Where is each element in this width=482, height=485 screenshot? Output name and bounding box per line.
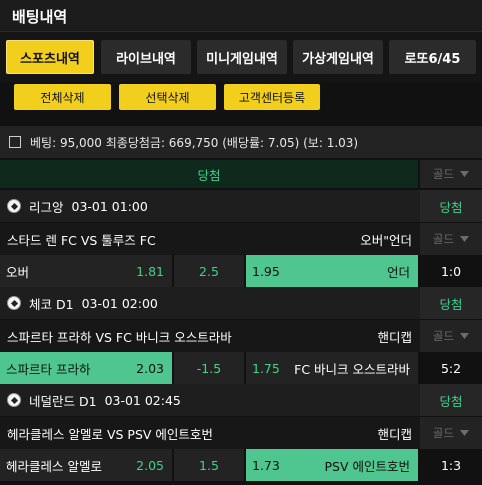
league-name: 체코 D1 — [29, 296, 74, 312]
away-odds-cell[interactable]: 1.75 FC 바니크 오스트라바 — [246, 352, 418, 384]
home-odds: 2.03 — [136, 360, 164, 376]
tab-minigame[interactable]: 미니게임내역 — [197, 40, 287, 74]
home-label: 헤라클레스 알멜로 — [6, 458, 102, 474]
match-status: 당첨 — [420, 190, 482, 222]
home-odds: 2.05 — [136, 457, 164, 473]
away-odds-cell[interactable]: 1.73 PSV 에인트호번 — [246, 449, 418, 481]
history-tabs: 스포츠내역 라이브내역 미니게임내역 가상게임내역 로또6/45 — [0, 32, 482, 82]
tab-lotto[interactable]: 로또6/45 — [389, 40, 476, 74]
league-name: 네덜란드 D1 — [29, 393, 97, 409]
match-teams: 헤라클레스 알멜로 VS PSV 에인트호번 — [7, 426, 213, 442]
match-row: 스파르타 프라하 VS FC 바니크 오스트라바 핸디캡 골드 — [0, 320, 482, 352]
line-cell: -1.5 — [174, 352, 244, 384]
match-teams: 스파르타 프라하 VS FC 바니크 오스트라바 — [7, 329, 232, 345]
match-status: 당첨 — [420, 287, 482, 319]
league-name-group: 체코 D1 03-01 02:00 — [7, 287, 158, 319]
match-datetime: 03-01 02:45 — [104, 392, 181, 408]
result-header: 당첨 골드 — [0, 160, 482, 188]
home-odds: 1.81 — [136, 263, 164, 279]
home-odds-cell[interactable]: 오버 1.81 — [0, 255, 172, 287]
caret-down-icon — [460, 236, 470, 242]
gold-dropdown[interactable]: 골드 — [420, 417, 482, 449]
market-type: 오버"언더 — [360, 232, 412, 248]
caret-down-icon — [460, 333, 470, 339]
odds-row: 오버 1.81 2.5 1.95 언더 1:0 — [0, 255, 482, 287]
bet-summary: 베팅: 95,000 최종당첨금: 669,750 (배당률: 7.05) (보… — [0, 126, 482, 158]
soccer-ball-icon — [7, 296, 21, 310]
away-odds: 1.73 — [252, 457, 280, 473]
register-support-button[interactable]: 고객센터등록 — [224, 84, 320, 110]
page-title: 배팅내역 — [12, 8, 68, 26]
gold-label: 골드 — [432, 232, 455, 246]
league-name-group: 리그앙 03-01 01:00 — [7, 190, 148, 222]
match-teams: 스타드 렌 FC VS 툴루즈 FC — [7, 232, 156, 248]
tab-sports[interactable]: 스포츠내역 — [6, 40, 94, 74]
tab-live[interactable]: 라이브내역 — [101, 40, 191, 74]
league-row: 체코 D1 03-01 02:00 당첨 — [0, 287, 482, 319]
action-bar: 전체삭제 선택삭제 고객센터등록 — [0, 82, 482, 120]
market-type: 핸디캡 — [377, 329, 412, 345]
odds-row: 스파르타 프라하 2.03 -1.5 1.75 FC 바니크 오스트라바 5:2 — [0, 352, 482, 384]
gold-label: 골드 — [432, 329, 455, 343]
league-row: 네덜란드 D1 03-01 02:45 당첨 — [0, 384, 482, 416]
match-row: 헤라클레스 알멜로 VS PSV 에인트호번 핸디캡 골드 — [0, 417, 482, 449]
league-name: 리그앙 — [29, 199, 64, 215]
away-odds: 1.95 — [252, 263, 280, 279]
away-odds: 1.75 — [252, 360, 280, 376]
match-score: 1:3 — [420, 449, 482, 481]
market-type: 핸디캡 — [377, 426, 412, 442]
soccer-ball-icon — [7, 393, 21, 407]
home-label: 오버 — [6, 264, 30, 280]
checkbox-icon[interactable] — [9, 136, 21, 148]
match-score: 1:0 — [420, 255, 482, 287]
match-row: 스타드 렌 FC VS 툴루즈 FC 오버"언더 골드 — [0, 223, 482, 255]
gold-dropdown[interactable]: 골드 — [420, 160, 482, 188]
home-label: 스파르타 프라하 — [6, 361, 91, 377]
delete-all-button[interactable]: 전체삭제 — [14, 84, 111, 110]
league-name-group: 네덜란드 D1 03-01 02:45 — [7, 384, 181, 416]
result-label: 당첨 — [0, 160, 418, 188]
gold-label: 골드 — [432, 167, 455, 181]
caret-down-icon — [460, 430, 470, 436]
line-cell: 1.5 — [174, 449, 244, 481]
away-label: PSV 에인트호번 — [324, 458, 411, 474]
match-datetime: 03-01 02:00 — [81, 295, 158, 311]
page-header: 배팅내역 — [0, 0, 482, 32]
gold-label: 골드 — [432, 426, 455, 440]
line-cell: 2.5 — [174, 255, 244, 287]
match-datetime: 03-01 01:00 — [71, 198, 148, 214]
soccer-ball-icon — [7, 199, 21, 213]
home-odds-cell[interactable]: 헤라클레스 알멜로 2.05 — [0, 449, 172, 481]
match-score: 5:2 — [420, 352, 482, 384]
match-status: 당첨 — [420, 384, 482, 416]
summary-text: 베팅: 95,000 최종당첨금: 669,750 (배당률: 7.05) (보… — [30, 135, 359, 150]
away-odds-cell[interactable]: 1.95 언더 — [246, 255, 418, 287]
gold-dropdown[interactable]: 골드 — [420, 223, 482, 255]
tab-virtual[interactable]: 가상게임내역 — [293, 40, 383, 74]
away-label: FC 바니크 오스트라바 — [294, 361, 410, 377]
odds-row: 헤라클레스 알멜로 2.05 1.5 1.73 PSV 에인트호번 1:3 — [0, 449, 482, 481]
away-label: 언더 — [386, 264, 410, 280]
caret-down-icon — [460, 171, 470, 177]
gold-dropdown[interactable]: 골드 — [420, 320, 482, 352]
home-odds-cell[interactable]: 스파르타 프라하 2.03 — [0, 352, 172, 384]
delete-selected-button[interactable]: 선택삭제 — [119, 84, 216, 110]
league-row: 리그앙 03-01 01:00 당첨 — [0, 190, 482, 222]
